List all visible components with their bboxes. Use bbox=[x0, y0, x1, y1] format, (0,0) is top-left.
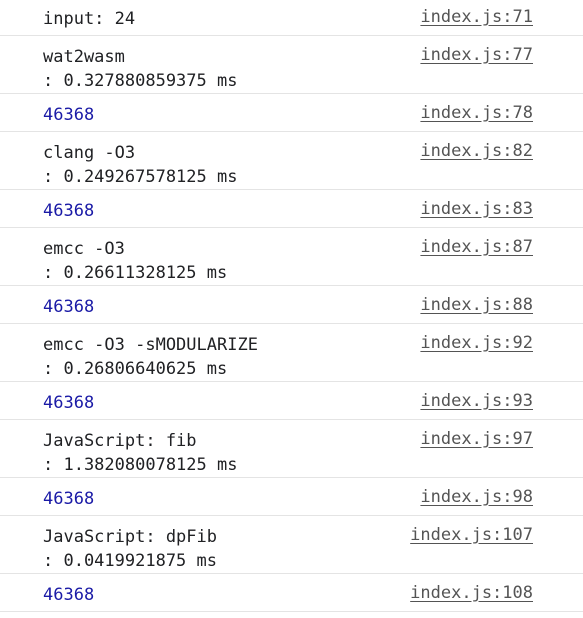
console-message-line: input: 24 bbox=[43, 9, 136, 29]
console-message-line: : 0.26611328125 ms bbox=[43, 263, 228, 283]
console-message-line: : 1.382080078125 ms bbox=[43, 455, 238, 475]
console-number-value: 46368 bbox=[43, 199, 94, 223]
console-message-line: : 0.26806640625 ms bbox=[43, 359, 228, 379]
console-message-line: 46368 bbox=[43, 585, 95, 605]
source-location-link[interactable]: index.js:93 bbox=[420, 389, 533, 413]
console-message-text: clang -O3 : 0.249267578125 ms bbox=[43, 141, 237, 189]
console-message-row: emcc -O3 : 0.26611328125 ms index.js:87 bbox=[0, 228, 583, 286]
console-message-row: 46368 index.js:88 bbox=[0, 286, 583, 324]
source-location-link[interactable]: index.js:87 bbox=[420, 235, 533, 259]
console-message-text: JavaScript: dpFib : 0.0419921875 ms bbox=[43, 525, 217, 573]
source-location-link[interactable]: index.js:108 bbox=[410, 581, 533, 605]
console-message-text: input: 24 bbox=[43, 7, 135, 31]
console-message-text: emcc -O3 : 0.26611328125 ms bbox=[43, 237, 227, 285]
source-location-link[interactable]: index.js:97 bbox=[420, 427, 533, 451]
source-location-link[interactable]: index.js:82 bbox=[420, 139, 533, 163]
console-number-value: 46368 bbox=[43, 487, 94, 511]
source-location-link[interactable]: index.js:78 bbox=[420, 101, 533, 125]
console-message-row: JavaScript: dpFib : 0.0419921875 ms index.… bbox=[0, 516, 583, 574]
console-message-row: emcc -O3 -sMODULARIZE : 0.26806640625 ms i… bbox=[0, 324, 583, 382]
console-message-line: 46368 bbox=[43, 393, 95, 413]
source-location-link[interactable]: index.js:83 bbox=[420, 197, 533, 221]
console-message-row: 46368 index.js:108 bbox=[0, 574, 583, 612]
console-message-line: 46368 bbox=[43, 105, 95, 125]
console-message-row: 46368 index.js:93 bbox=[0, 382, 583, 420]
console-message-row: 46368 index.js:78 bbox=[0, 94, 583, 132]
console-number-value: 46368 bbox=[43, 583, 94, 607]
console-message-line: : 0.249267578125 ms bbox=[43, 167, 238, 187]
source-location-link[interactable]: index.js:92 bbox=[420, 331, 533, 355]
console-message-line: 46368 bbox=[43, 201, 95, 221]
console-number-value: 46368 bbox=[43, 391, 94, 415]
console-message-text: JavaScript: fib : 1.382080078125 ms bbox=[43, 429, 237, 477]
console-message-line: : 0.327880859375 ms bbox=[43, 71, 238, 91]
console-message-line: JavaScript: dpFib bbox=[43, 527, 217, 547]
source-location-link[interactable]: index.js:71 bbox=[420, 5, 533, 29]
source-location-link[interactable]: index.js:107 bbox=[410, 523, 533, 547]
console-message-line: emcc -O3 bbox=[43, 239, 125, 259]
console-number-value: 46368 bbox=[43, 103, 94, 127]
console-message-line: 46368 bbox=[43, 297, 95, 317]
console-message-line: JavaScript: fib bbox=[43, 431, 197, 451]
console-message-text: wat2wasm : 0.327880859375 ms bbox=[43, 45, 237, 93]
console-number-value: 46368 bbox=[43, 295, 94, 319]
console-message-row: 46368 index.js:98 bbox=[0, 478, 583, 516]
console-message-line: 46368 bbox=[43, 489, 95, 509]
console-message-row: input: 24 index.js:71 bbox=[0, 0, 583, 36]
source-location-link[interactable]: index.js:88 bbox=[420, 293, 533, 317]
console-message-row: JavaScript: fib : 1.382080078125 ms index.… bbox=[0, 420, 583, 478]
console-message-line: wat2wasm bbox=[43, 47, 125, 67]
source-location-link[interactable]: index.js:98 bbox=[420, 485, 533, 509]
console-message-row: clang -O3 : 0.249267578125 ms index.js:82 bbox=[0, 132, 583, 190]
console-panel: input: 24 index.js:71 wat2wasm : 0.32788085… bbox=[0, 0, 583, 612]
console-message-row: wat2wasm : 0.327880859375 ms index.js:77 bbox=[0, 36, 583, 94]
console-message-line: emcc -O3 -sMODULARIZE bbox=[43, 335, 258, 355]
console-message-text: emcc -O3 -sMODULARIZE : 0.26806640625 ms bbox=[43, 333, 258, 381]
console-message-row: 46368 index.js:83 bbox=[0, 190, 583, 228]
console-message-line: clang -O3 bbox=[43, 143, 136, 163]
console-message-line: : 0.0419921875 ms bbox=[43, 551, 217, 571]
source-location-link[interactable]: index.js:77 bbox=[420, 43, 533, 67]
